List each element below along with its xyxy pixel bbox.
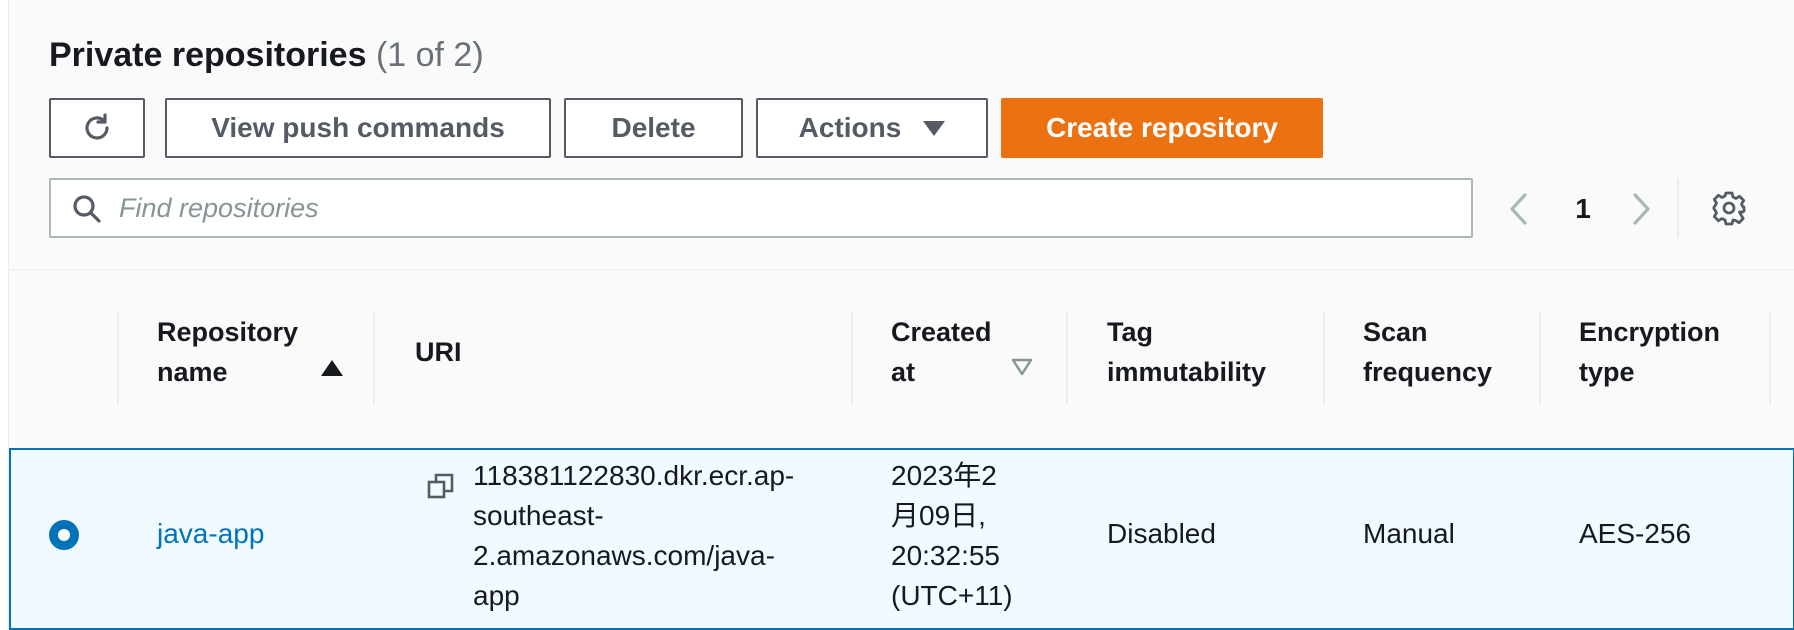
repositories-panel: Private repositories (1 of 2) View push …	[8, 0, 1794, 630]
tag-immutability-cell: Disabled	[1107, 518, 1216, 549]
column-divider	[1323, 312, 1325, 404]
caret-down-icon	[923, 120, 946, 136]
column-divider	[1769, 312, 1771, 404]
repository-name-cell: java-app	[157, 514, 264, 554]
current-page-number[interactable]: 1	[1565, 190, 1601, 228]
repositories-header: Private repositories (1 of 2) View push …	[9, 0, 1794, 270]
table-row[interactable]: java-app 118381122830.dkr.ecr.ap- southe…	[9, 448, 1794, 630]
column-header-uri: URI	[415, 337, 462, 367]
column-divider	[117, 312, 119, 404]
column-divider	[1539, 312, 1541, 404]
column-header-created-at[interactable]: Created at	[891, 300, 1051, 404]
actions-label: Actions	[798, 112, 902, 143]
search-icon	[73, 195, 101, 223]
column-header-encryption-type: Encryption type	[1579, 317, 1721, 387]
search-box	[49, 178, 1473, 238]
column-divider	[373, 312, 375, 404]
radio-selected-dot	[58, 529, 70, 541]
created-at-cell: 2023年2 月09日, 20:32:55 (UTC+11)	[891, 460, 1013, 611]
refresh-icon	[85, 113, 109, 140]
column-header-tag-immutability: Tag immutability	[1107, 317, 1267, 387]
encryption-type-cell: AES-256	[1579, 518, 1692, 549]
repository-name-link[interactable]: java-app	[157, 518, 264, 549]
page-title: Private repositories (1 of 2)	[49, 36, 484, 75]
sort-descending-icon	[1011, 358, 1033, 376]
view-push-commands-button[interactable]: View push commands	[165, 98, 551, 158]
previous-page-icon[interactable]	[1501, 190, 1535, 228]
next-page-icon[interactable]	[1625, 190, 1659, 228]
uri-cell: 118381122830.dkr.ecr.ap- southeast- 2.am…	[473, 460, 795, 611]
column-header-scan-frequency: Scan frequency	[1363, 317, 1493, 387]
row-select-radio[interactable]	[49, 520, 79, 550]
search-input[interactable]	[119, 184, 1459, 232]
column-divider	[851, 312, 853, 404]
delete-button[interactable]: Delete	[564, 98, 743, 158]
pager-divider	[1677, 178, 1679, 238]
create-repository-button[interactable]: Create repository	[1001, 98, 1323, 158]
column-divider	[1066, 312, 1068, 404]
copy-icon[interactable]	[426, 472, 456, 502]
column-header-repository-name[interactable]: Repository name	[157, 300, 377, 404]
title-count: (1 of 2)	[375, 36, 484, 74]
table-header: Repository name URI Created at Tag immut…	[9, 300, 1794, 404]
scan-frequency-cell: Manual	[1363, 518, 1455, 549]
sort-ascending-icon	[321, 360, 343, 376]
gear-icon[interactable]	[1709, 188, 1749, 228]
actions-dropdown-button[interactable]: Actions	[756, 98, 988, 158]
title-label: Private repositories	[49, 36, 367, 74]
refresh-button[interactable]	[49, 98, 145, 158]
